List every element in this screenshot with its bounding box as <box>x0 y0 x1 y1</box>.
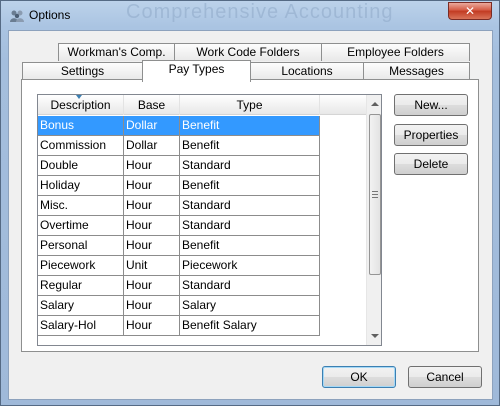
tab-work-code-folders[interactable]: Work Code Folders <box>174 43 322 61</box>
cell-base: Hour <box>124 236 180 256</box>
cell-description: Bonus <box>38 116 124 136</box>
scroll-up-arrow-icon[interactable] <box>371 102 379 106</box>
cell-description: Overtime <box>38 216 124 236</box>
cell-type: Benefit Salary <box>180 316 320 336</box>
cancel-button[interactable]: Cancel <box>408 366 482 388</box>
cell-description: Regular <box>38 276 124 296</box>
pay-types-grid[interactable]: Description Base Type Bonus Dollar Benef… <box>37 94 382 346</box>
tab-label: Pay Types <box>168 62 225 76</box>
cell-description: Misc. <box>38 196 124 216</box>
new-label: New... <box>414 98 448 112</box>
table-row[interactable]: Holiday Hour Benefit <box>38 176 366 196</box>
scroll-down-arrow-icon[interactable] <box>371 334 379 338</box>
column-header-label: Base <box>137 98 166 112</box>
cell-base: Dollar <box>124 116 180 136</box>
cell-base: Hour <box>124 316 180 336</box>
cell-base: Hour <box>124 276 180 296</box>
tab-label: Employee Folders <box>347 45 444 59</box>
column-header-label: Type <box>236 98 263 112</box>
vertical-scrollbar[interactable] <box>366 95 381 345</box>
cell-description: Holiday <box>38 176 124 196</box>
cell-type: Benefit <box>180 176 320 196</box>
delete-label: Delete <box>413 157 449 171</box>
table-row[interactable]: Personal Hour Benefit <box>38 236 366 256</box>
close-icon: ✕ <box>464 4 476 18</box>
cell-description: Salary-Hol <box>38 316 124 336</box>
options-dialog: Comprehensive Accounting Options ✕ Workm… <box>0 0 500 406</box>
cell-type: Salary <box>180 296 320 316</box>
new-button[interactable]: New... <box>394 94 468 116</box>
column-header-description[interactable]: Description <box>38 95 124 115</box>
grip-icon <box>372 191 378 198</box>
cell-description: Double <box>38 156 124 176</box>
cell-base: Hour <box>124 196 180 216</box>
tab-pay-types[interactable]: Pay Types <box>142 60 251 82</box>
ok-label: OK <box>350 370 368 384</box>
table-row[interactable]: Commission Dollar Benefit <box>38 136 366 156</box>
tab-label: Messages <box>389 64 444 78</box>
cell-base: Hour <box>124 216 180 236</box>
table-row[interactable]: Piecework Unit Piecework <box>38 256 366 276</box>
cell-type: Benefit <box>180 236 320 256</box>
grid-header: Description Base Type <box>38 95 366 115</box>
cell-type: Standard <box>180 216 320 236</box>
cell-base: Hour <box>124 176 180 196</box>
pay-types-panel: Description Base Type Bonus Dollar Benef… <box>21 79 479 352</box>
delete-button[interactable]: Delete <box>394 153 468 175</box>
table-row[interactable]: Salary-Hol Hour Benefit Salary <box>38 316 366 336</box>
tab-settings[interactable]: Settings <box>22 62 143 80</box>
table-row[interactable]: Misc. Hour Standard <box>38 196 366 216</box>
cell-base: Unit <box>124 256 180 276</box>
cell-type: Benefit <box>180 136 320 156</box>
grid-rows: Bonus Dollar Benefit Commission Dollar B… <box>38 116 366 336</box>
column-header-type[interactable]: Type <box>180 95 320 115</box>
ok-button[interactable]: OK <box>322 366 396 388</box>
title-bar[interactable]: Comprehensive Accounting Options ✕ <box>1 1 499 31</box>
cell-description: Personal <box>38 236 124 256</box>
cell-base: Hour <box>124 296 180 316</box>
properties-button[interactable]: Properties <box>394 124 468 146</box>
people-group-icon <box>10 10 24 22</box>
tab-label: Locations <box>281 64 333 78</box>
tab-messages[interactable]: Messages <box>363 62 470 80</box>
tab-locations[interactable]: Locations <box>250 62 364 80</box>
tab-workmans-comp[interactable]: Workman's Comp. <box>58 43 175 61</box>
background-window-caption: Comprehensive Accounting <box>126 1 394 23</box>
table-row[interactable]: Overtime Hour Standard <box>38 216 366 236</box>
cell-description: Salary <box>38 296 124 316</box>
cell-base: Hour <box>124 156 180 176</box>
properties-label: Properties <box>403 128 459 142</box>
sort-indicator-icon <box>76 95 82 99</box>
tab-label: Settings <box>60 64 105 78</box>
table-row[interactable]: Bonus Dollar Benefit <box>38 116 366 136</box>
tab-employee-folders[interactable]: Employee Folders <box>321 43 470 61</box>
cell-description: Commission <box>38 136 124 156</box>
table-row[interactable]: Regular Hour Standard <box>38 276 366 296</box>
scroll-thumb[interactable] <box>369 114 381 275</box>
cell-description: Piecework <box>38 256 124 276</box>
cell-type: Benefit <box>180 116 320 136</box>
column-header-label: Description <box>50 98 111 112</box>
cell-base: Dollar <box>124 136 180 156</box>
column-header-base[interactable]: Base <box>124 95 180 115</box>
table-row[interactable]: Double Hour Standard <box>38 156 366 176</box>
cell-type: Standard <box>180 156 320 176</box>
tab-label: Workman's Comp. <box>67 45 166 59</box>
cell-type: Standard <box>180 276 320 296</box>
close-button[interactable]: ✕ <box>448 2 492 20</box>
cell-type: Piecework <box>180 256 320 276</box>
table-row[interactable]: Salary Hour Salary <box>38 296 366 316</box>
cancel-label: Cancel <box>426 370 464 384</box>
tab-label: Work Code Folders <box>196 45 300 59</box>
cell-type: Standard <box>180 196 320 216</box>
window-title: Options <box>29 8 71 22</box>
